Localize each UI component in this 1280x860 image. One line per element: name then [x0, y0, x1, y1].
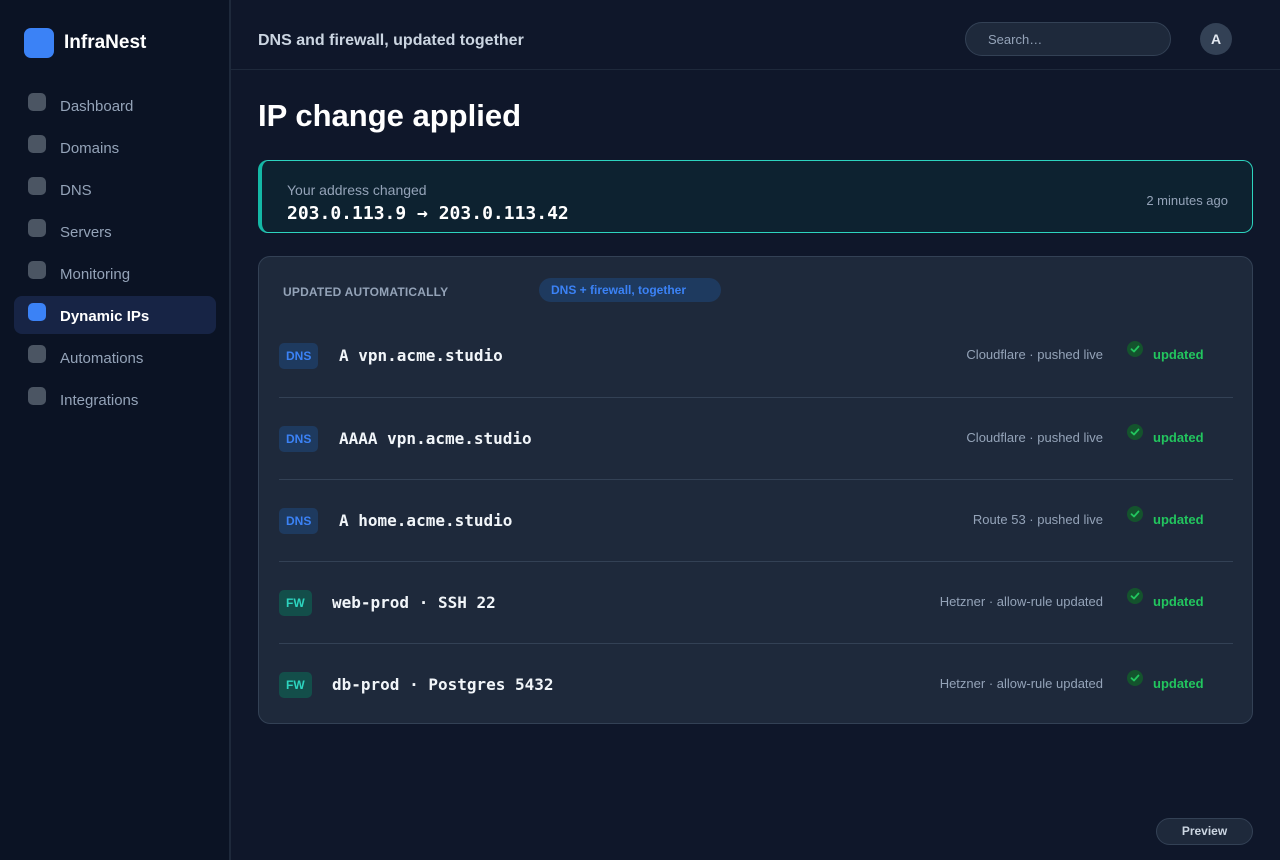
type-badge: DNS [279, 343, 319, 369]
record-target: A home.acme.studio [339, 511, 513, 530]
sidebar-item-label: Dashboard [60, 98, 134, 115]
type-badge: DNS [279, 426, 319, 452]
banner-timestamp: 2 minutes ago [1146, 193, 1228, 208]
record-target: AAAA vpn.acme.studio [339, 429, 532, 448]
type-badge: FW [279, 590, 312, 616]
list-item[interactable]: DNS A home.acme.studio Route 53 · pushed… [279, 479, 1233, 561]
sidebar-item-label: Automations [60, 350, 144, 367]
header-title: DNS and firewall, updated together [258, 32, 524, 49]
page-title: IP change applied [258, 98, 522, 133]
provider-text: Hetzner · allow-rule updated [939, 676, 1103, 691]
sidebar-item-monitoring[interactable]: Monitoring [14, 254, 216, 292]
type-badge: FW [279, 672, 312, 698]
status-badge: updated [1153, 347, 1204, 362]
search-input[interactable] [966, 23, 1170, 55]
logo-icon [24, 28, 54, 58]
preview-button[interactable]: Preview [1156, 818, 1253, 845]
sidebar: InfraNest Dashboard Domains DNS Servers … [0, 0, 231, 860]
check-icon [1127, 341, 1143, 357]
ip-change-banner: Your address changed 203.0.113.9 → 203.0… [258, 160, 1253, 233]
check-icon [1127, 424, 1143, 440]
sidebar-item-label: Domains [60, 140, 120, 157]
brand[interactable]: InfraNest [24, 28, 146, 58]
integrations-icon [28, 387, 46, 405]
list-item[interactable]: FW db-prod · Postgres 5432 Hetzner · all… [279, 643, 1233, 725]
sidebar-nav: Dashboard Domains DNS Servers Monitoring… [14, 86, 216, 422]
status-badge: updated [1153, 512, 1204, 527]
domains-icon [28, 135, 46, 153]
monitoring-icon [28, 261, 46, 279]
banner-label: Your address changed [287, 182, 427, 198]
record-target: web-prod · SSH 22 [332, 593, 496, 612]
scope-chip: DNS + firewall, together [539, 278, 721, 302]
automations-icon [28, 345, 46, 363]
search-box [965, 22, 1171, 56]
sidebar-item-label: Monitoring [60, 266, 131, 283]
list-item[interactable]: DNS A vpn.acme.studio Cloudflare · pushe… [279, 315, 1233, 397]
provider-text: Cloudflare · pushed live [966, 347, 1103, 362]
status-badge: updated [1153, 430, 1204, 445]
sidebar-item-domains[interactable]: Domains [14, 128, 216, 166]
check-icon [1127, 588, 1143, 604]
type-badge: DNS [279, 508, 319, 534]
ip-change-value: 203.0.113.9 → 203.0.113.42 [287, 203, 569, 224]
sidebar-item-dns[interactable]: DNS [14, 170, 216, 208]
sidebar-item-dashboard[interactable]: Dashboard [14, 86, 216, 124]
sidebar-item-dynamic-ips[interactable]: Dynamic IPs [14, 296, 216, 334]
dashboard-icon [28, 93, 46, 111]
provider-text: Hetzner · allow-rule updated [939, 594, 1103, 609]
dns-icon [28, 177, 46, 195]
provider-text: Cloudflare · pushed live [966, 430, 1103, 445]
avatar[interactable]: A [1200, 23, 1232, 55]
status-badge: updated [1153, 676, 1204, 691]
check-icon [1127, 670, 1143, 686]
check-icon [1127, 506, 1143, 522]
sidebar-item-label: Integrations [60, 392, 139, 409]
sidebar-item-label: Servers [60, 224, 112, 241]
updates-card: UPDATED AUTOMATICALLY DNS + firewall, to… [258, 256, 1253, 724]
provider-text: Route 53 · pushed live [972, 512, 1103, 527]
list-item[interactable]: DNS AAAA vpn.acme.studio Cloudflare · pu… [279, 397, 1233, 479]
sidebar-item-integrations[interactable]: Integrations [14, 380, 216, 418]
sidebar-item-automations[interactable]: Automations [14, 338, 216, 376]
app-name: InfraNest [64, 32, 147, 53]
card-title: UPDATED AUTOMATICALLY [283, 285, 449, 299]
record-target: db-prod · Postgres 5432 [332, 675, 554, 694]
sidebar-item-servers[interactable]: Servers [14, 212, 216, 250]
dynamic-ips-icon [28, 303, 46, 321]
record-target: A vpn.acme.studio [339, 346, 503, 365]
sidebar-item-label: DNS [60, 182, 92, 199]
topbar: DNS and firewall, updated together A [231, 0, 1280, 70]
list-item[interactable]: FW web-prod · SSH 22 Hetzner · allow-rul… [279, 561, 1233, 643]
sidebar-item-label: Dynamic IPs [60, 308, 150, 325]
servers-icon [28, 219, 46, 237]
status-badge: updated [1153, 594, 1204, 609]
